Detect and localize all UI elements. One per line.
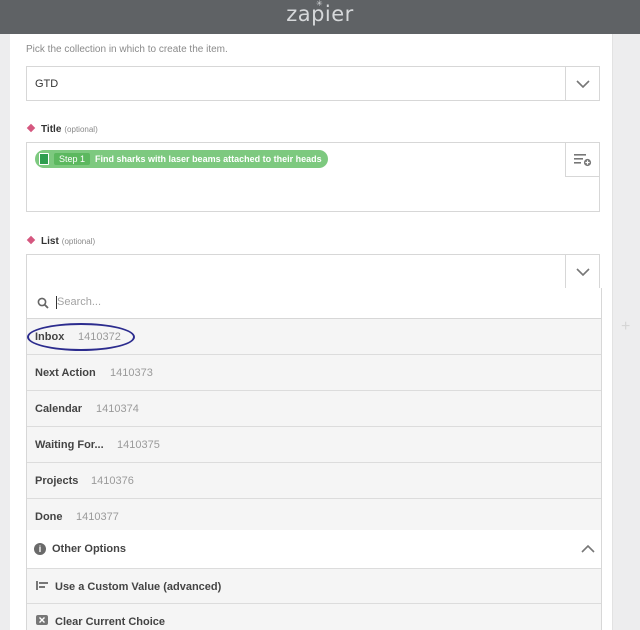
search-icon: [37, 297, 49, 309]
top-bar: zapier ✳: [0, 0, 640, 34]
option-label: Next Action: [35, 367, 96, 379]
option-label: Calendar: [35, 403, 83, 415]
google-sheets-icon: [39, 153, 49, 165]
list-option-calendar[interactable]: Calendar 1410374: [27, 391, 601, 427]
collection-dropdown-toggle[interactable]: [565, 67, 599, 100]
use-custom-value-label: Use a Custom Value (advanced): [55, 581, 222, 593]
title-input[interactable]: Step 1 Find sharks with laser beams atta…: [26, 142, 600, 212]
collection-select[interactable]: GTD: [26, 66, 600, 101]
pill-field-text: Find sharks with laser beams attached to…: [95, 154, 322, 164]
field-marker-icon: [26, 235, 36, 245]
list-optional-text: (optional): [61, 237, 96, 246]
title-optional-text: (optional): [64, 125, 98, 134]
info-icon: i: [34, 543, 46, 555]
list-field-label: List (optional): [26, 235, 96, 247]
list-option-waiting-for[interactable]: Waiting For... 1410375: [27, 427, 601, 463]
option-label: Waiting For...: [35, 439, 104, 451]
other-options-toggle[interactable]: i Other Options: [27, 530, 601, 569]
dropdown-search: [27, 288, 601, 319]
dropdown-search-input[interactable]: [55, 295, 359, 309]
step-data-pill[interactable]: Step 1 Find sharks with laser beams atta…: [35, 150, 328, 168]
option-label: Inbox: [35, 331, 65, 343]
list-label-text: List: [41, 236, 59, 247]
title-field-label: Title (optional): [26, 123, 98, 135]
custom-value-icon: [36, 581, 48, 590]
insert-field-icon: [573, 153, 591, 166]
field-marker-icon: [26, 123, 36, 133]
list-option-next-action[interactable]: Next Action 1410373: [27, 355, 601, 391]
insert-field-button[interactable]: [565, 143, 599, 177]
option-label: Done: [35, 511, 63, 523]
option-id: 1410374: [96, 403, 139, 415]
background-plus-icon: +: [621, 318, 631, 335]
collection-select-value: GTD: [35, 78, 59, 90]
list-select[interactable]: [26, 254, 600, 289]
option-id: 1410375: [117, 439, 160, 451]
text-cursor: [56, 296, 57, 309]
use-custom-value-option[interactable]: Use a Custom Value (advanced): [27, 569, 601, 604]
logo-star-icon: ✳: [316, 0, 323, 8]
collection-help-text: Pick the collection in which to create t…: [26, 44, 228, 55]
option-id: 1410377: [76, 511, 119, 523]
clear-icon: [36, 615, 48, 625]
other-options-label: Other Options: [52, 543, 126, 555]
chevron-up-icon: [581, 545, 595, 553]
pill-step-label: Step 1: [54, 153, 91, 165]
option-id: 1410373: [110, 367, 153, 379]
title-label-text: Title: [41, 124, 62, 135]
option-label: Projects: [35, 475, 79, 487]
list-dropdown-menu: Inbox 1410372 Next Action 1410373 Calend…: [26, 288, 602, 630]
option-id: 1410376: [91, 475, 134, 487]
list-option-projects[interactable]: Projects 1410376: [27, 463, 601, 499]
clear-current-choice-label: Clear Current Choice: [55, 616, 166, 628]
list-dropdown-toggle[interactable]: [565, 255, 599, 288]
clear-current-choice-option[interactable]: Clear Current Choice: [27, 604, 601, 630]
chevron-down-icon: [575, 79, 590, 88]
list-option-inbox[interactable]: Inbox 1410372: [27, 319, 601, 355]
chevron-down-icon: [575, 267, 590, 276]
option-id: 1410372: [78, 331, 121, 343]
action-form-panel: Pick the collection in which to create t…: [10, 34, 613, 630]
